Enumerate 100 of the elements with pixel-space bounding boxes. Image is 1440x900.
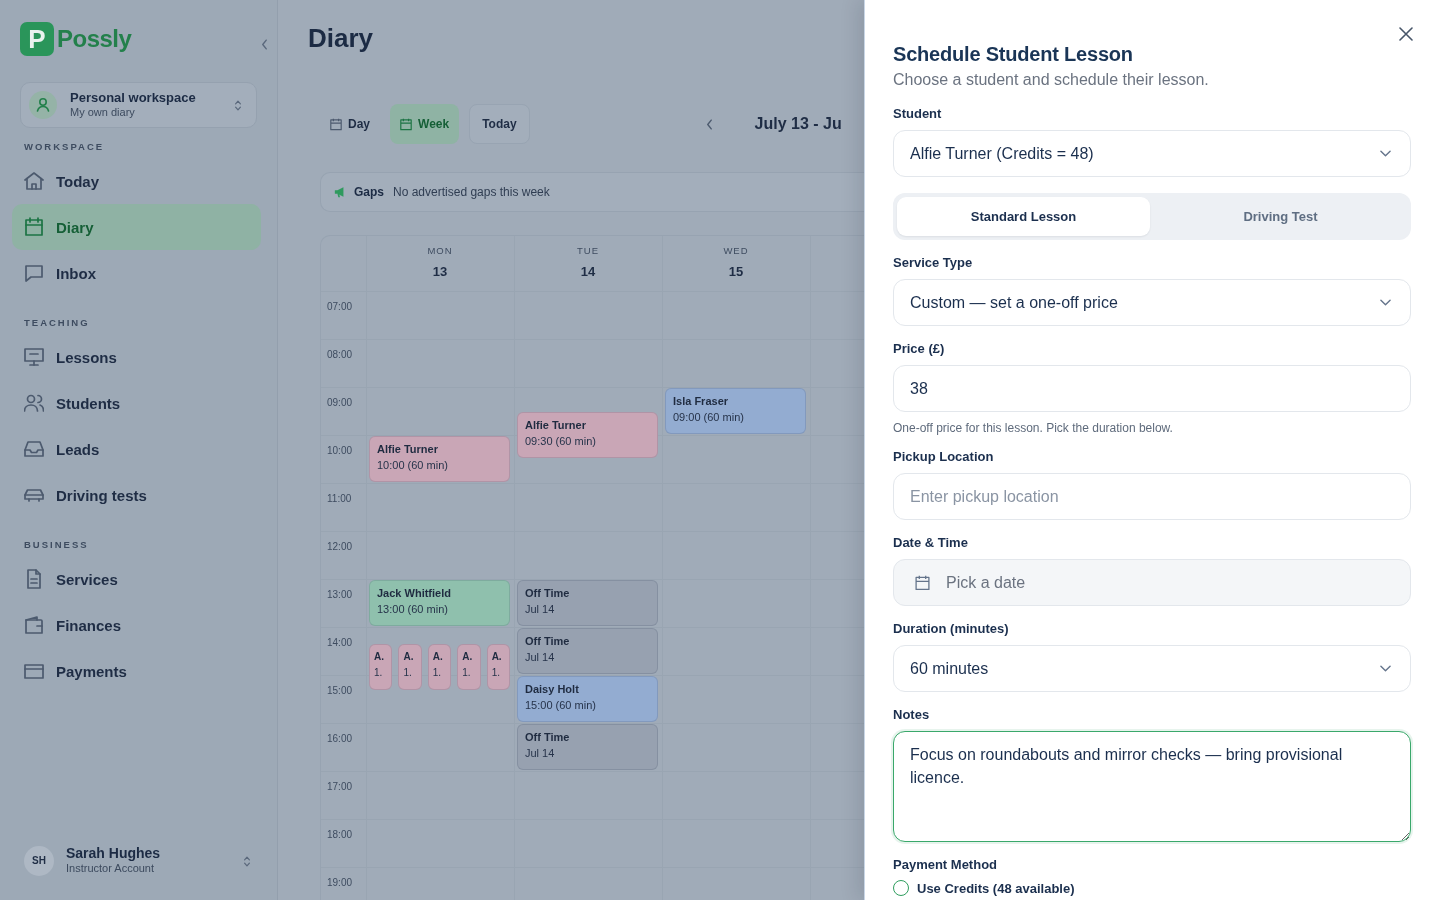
close-icon[interactable]	[1399, 27, 1413, 41]
gaps-title: Gaps	[354, 185, 384, 199]
chevron-up-down-icon[interactable]	[243, 854, 251, 868]
section-heading: WORKSPACE	[23, 141, 106, 153]
sidebar-item[interactable]: Today	[12, 158, 261, 204]
hour-label: 10:00	[327, 445, 353, 456]
select-field[interactable]: 60 minutes	[893, 645, 1411, 692]
event-detail: 1.	[374, 666, 384, 680]
date-range-label: July 13 - Ju	[754, 115, 842, 133]
user-name: Sarah Hughes	[66, 846, 161, 861]
radio-button[interactable]	[893, 880, 909, 896]
calendar-event[interactable]: A. 1.	[457, 644, 481, 690]
page-title: Diary	[308, 22, 374, 54]
event-detail: 1.	[491, 666, 501, 680]
calendar-event[interactable]: Alfie Turner 09:30 (60 min)	[517, 412, 658, 458]
event-detail: 1.	[462, 666, 472, 680]
chevron-down-icon	[1380, 665, 1391, 672]
field-label: Price (£)	[893, 341, 946, 357]
radio-label[interactable]: Use Credits (48 available)	[917, 880, 1075, 896]
event-detail: Jul 14	[525, 602, 556, 616]
sidebar-item[interactable]: Leads	[12, 426, 261, 472]
workspace-name: Personal workspace	[70, 90, 196, 105]
event-detail: Jul 14	[525, 650, 556, 664]
calendar-icon	[915, 574, 930, 591]
hour-label: 07:00	[327, 301, 353, 312]
view-tab[interactable]: Week	[390, 104, 460, 144]
calendar-event[interactable]: Off Time Jul 14	[517, 628, 658, 674]
calendar-event[interactable]: Daisy Holt 15:00 (60 min)	[517, 676, 658, 722]
event-title: Off Time	[525, 730, 571, 744]
sidebar-item[interactable]: Finances	[12, 602, 261, 648]
sidebar-item[interactable]: Inbox	[12, 250, 261, 296]
view-tab[interactable]: Day	[320, 104, 380, 144]
chevron-up-down-icon	[234, 98, 242, 112]
calendar-event[interactable]: Off Time Jul 14	[517, 580, 658, 626]
user-role: Instructor Account	[66, 861, 156, 876]
event-title: A.	[491, 650, 503, 664]
hour-label: 12:00	[327, 541, 353, 552]
house-icon	[24, 171, 44, 191]
wallet-icon	[24, 615, 44, 635]
sidebar-item[interactable]: Diary	[12, 204, 261, 250]
event-title: Jack Whitfield	[377, 586, 452, 600]
date-picker-button[interactable]: Pick a date	[893, 559, 1411, 606]
event-title: A.	[403, 650, 415, 664]
speech-bubble-icon	[24, 263, 44, 283]
sidebar-item[interactable]: Driving tests	[12, 472, 261, 518]
help-text: One-off price for this lesson. Pick the duration below.	[893, 420, 1174, 436]
field-label: Pickup Location	[893, 449, 995, 465]
sidebar-item[interactable]: Payments	[12, 648, 261, 694]
hour-label: 18:00	[327, 829, 353, 840]
calendar-event[interactable]: A. 1.	[398, 644, 422, 690]
calendar-event[interactable]: A. 1.	[486, 644, 511, 690]
hour-label: 08:00	[327, 349, 353, 360]
logo-wordmark: Possly	[57, 25, 132, 53]
calendar-event[interactable]: Alfie Turner 10:00 (60 min)	[369, 436, 510, 482]
segment-tab[interactable]: Standard Lesson	[897, 197, 1150, 236]
sidebar-item[interactable]: Lessons	[12, 334, 261, 380]
hour-label: 19:00	[327, 877, 353, 888]
weekday-label: WED	[723, 245, 749, 257]
day-number: 15	[728, 264, 744, 280]
event-title: A.	[432, 650, 444, 664]
event-detail: 1.	[403, 666, 413, 680]
chevron-down-icon	[1380, 150, 1391, 157]
textarea-field[interactable]: Focus on roundabouts and mirror checks — bring provisional licence.	[893, 731, 1411, 842]
event-detail: 15:00 (60 min)	[525, 698, 597, 712]
calendar-event[interactable]: A. 1.	[369, 644, 393, 690]
event-detail: 1.	[432, 666, 443, 680]
sidebar-item[interactable]: Services	[12, 556, 261, 602]
user-avatar: SH	[24, 846, 54, 876]
person-avatar-icon	[29, 91, 57, 119]
gaps-message: No advertised gaps this week	[393, 185, 550, 199]
calendar-event[interactable]: Jack Whitfield 13:00 (60 min)	[369, 580, 510, 626]
workspace-switcher[interactable]: Personal workspace My own diary	[20, 82, 257, 128]
field-label: Student	[893, 106, 943, 122]
event-detail: 13:00 (60 min)	[377, 602, 449, 616]
sidebar-item[interactable]: Students	[12, 380, 261, 426]
chevron-left-icon[interactable]	[261, 38, 268, 50]
event-title: Alfie Turner	[525, 418, 587, 432]
event-title: A.	[374, 650, 385, 664]
presentation-board-icon	[24, 347, 44, 367]
event-title: Off Time	[525, 586, 571, 600]
calendar-event[interactable]: Off Time Jul 14	[517, 724, 658, 770]
calendar-icon	[400, 117, 412, 131]
event-title: Isla Fraser	[673, 394, 730, 408]
calendar-icon	[24, 217, 44, 237]
calendar-event[interactable]: Isla Fraser 09:00 (60 min)	[665, 388, 806, 434]
day-number: 13	[432, 264, 448, 280]
section-heading: TEACHING	[23, 317, 91, 329]
today-button[interactable]: Today	[469, 104, 530, 144]
text-input[interactable]: 38	[893, 365, 1411, 412]
text-input[interactable]: Enter pickup location	[893, 473, 1411, 520]
select-field[interactable]: Alfie Turner (Credits = 48)	[893, 130, 1411, 177]
select-field[interactable]: Custom — set a one-off price	[893, 279, 1411, 326]
hour-label: 13:00	[327, 589, 353, 600]
field-label: Payment Method	[893, 857, 998, 873]
segment-tab[interactable]: Driving Test	[1154, 197, 1407, 236]
panel-subtitle: Choose a student and schedule their lesson.	[893, 70, 1210, 90]
hour-label: 14:00	[327, 637, 353, 648]
calendar-event[interactable]: A. 1.	[427, 644, 452, 690]
hour-label: 09:00	[327, 397, 353, 408]
chevron-left-icon[interactable]	[705, 118, 713, 130]
